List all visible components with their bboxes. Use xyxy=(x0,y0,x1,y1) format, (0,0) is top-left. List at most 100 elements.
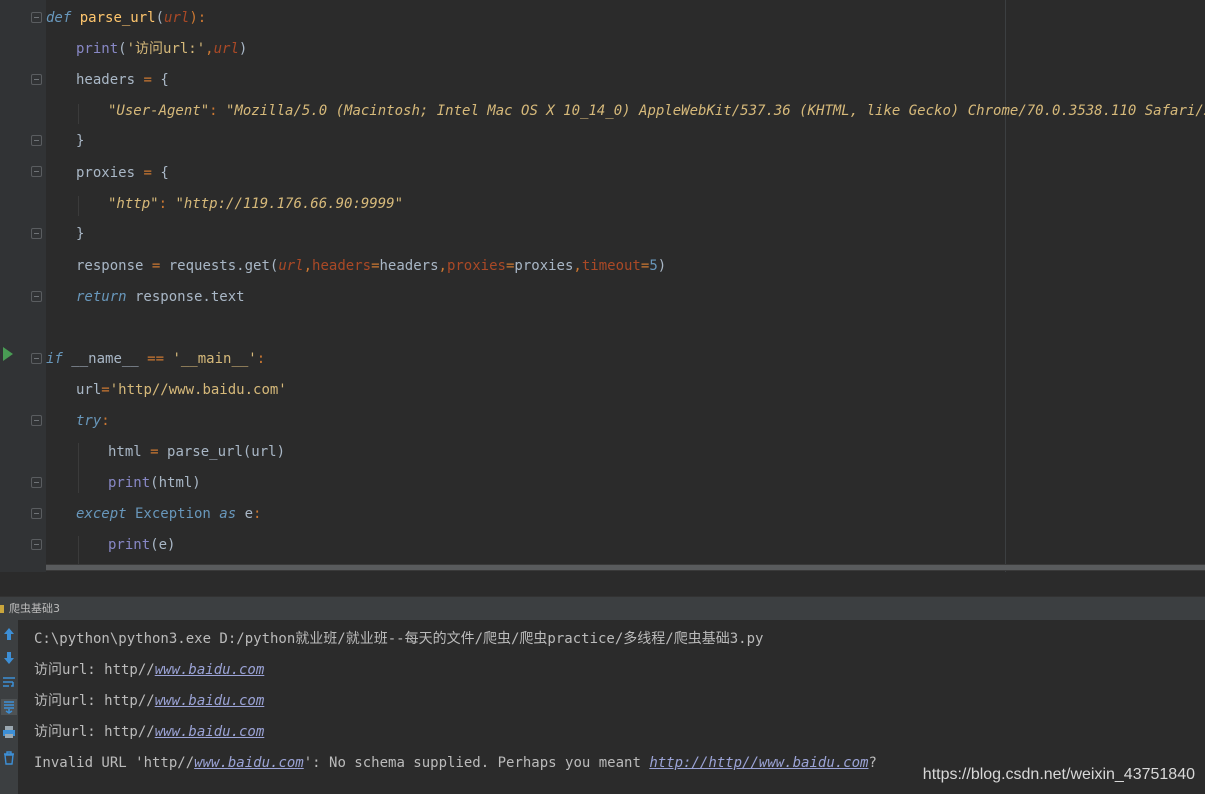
code-line[interactable]: } xyxy=(76,130,84,152)
param: url xyxy=(164,10,190,26)
punct: ( xyxy=(118,41,127,57)
number: 5 xyxy=(649,258,658,274)
string: "Mozilla/5.0 (Macintosh; Intel Mac OS X … xyxy=(226,103,1205,119)
soft-wrap-icon[interactable] xyxy=(1,675,17,691)
kwarg: proxies xyxy=(446,258,506,274)
punct: : xyxy=(253,506,262,522)
fold-marker[interactable] xyxy=(31,477,42,488)
punct: , xyxy=(438,258,447,274)
param: url xyxy=(278,258,304,274)
identifier: proxies xyxy=(514,258,574,274)
output-link[interactable]: www.baidu.com xyxy=(194,755,304,771)
punct: ) xyxy=(657,258,667,274)
fold-marker[interactable] xyxy=(31,74,42,85)
punct: } xyxy=(76,226,85,242)
python-file-icon xyxy=(0,605,4,613)
output-text: ': No schema supplied. Perhaps you meant xyxy=(303,755,650,771)
fold-marker[interactable] xyxy=(31,539,42,550)
fold-marker[interactable] xyxy=(31,415,42,426)
console-output-line: 访问url: http//www.baidu.com xyxy=(34,721,264,743)
run-tab-title[interactable]: 爬虫基础3 xyxy=(9,597,60,621)
code-line[interactable]: except Exception as e: xyxy=(76,503,261,525)
run-icon[interactable] xyxy=(3,347,13,361)
identifier: url xyxy=(76,382,102,398)
builtin: print xyxy=(108,537,151,553)
punct: ) xyxy=(238,41,248,57)
punct: ( xyxy=(155,10,165,26)
scroll-to-end-icon[interactable] xyxy=(1,699,17,715)
code-line[interactable]: print(e) xyxy=(108,534,175,556)
identifier: headers xyxy=(76,72,136,88)
code-line[interactable]: def parse_url(url): xyxy=(46,7,206,29)
code-line[interactable]: return response.text xyxy=(76,286,245,308)
print-icon[interactable] xyxy=(1,724,17,740)
console-output-line: 访问url: http//www.baidu.com xyxy=(34,690,264,712)
identifier: html xyxy=(108,444,142,460)
kwarg: headers xyxy=(312,258,372,274)
output-text: ? xyxy=(868,755,877,771)
console-output-line: 访问url: http//www.baidu.com xyxy=(34,659,264,681)
string: 'http//www.baidu.com' xyxy=(109,382,287,398)
output-link[interactable]: www.baidu.com xyxy=(155,724,265,740)
code-line[interactable]: url='http//www.baidu.com' xyxy=(76,379,287,401)
fold-marker[interactable] xyxy=(31,353,42,364)
trash-icon[interactable] xyxy=(1,750,17,766)
code-line[interactable]: print(html) xyxy=(108,472,201,494)
console-command-line: C:\python\python3.exe D:/python就业班/就业班--… xyxy=(34,631,764,647)
fold-marker[interactable] xyxy=(31,508,42,519)
fold-marker[interactable] xyxy=(31,228,42,239)
down-arrow-icon[interactable] xyxy=(1,650,17,666)
output-link[interactable]: http://http//www.baidu.com xyxy=(649,755,868,771)
string: "User-Agent" xyxy=(108,103,210,119)
identifier: proxies xyxy=(76,165,136,181)
scrollbar-thumb[interactable] xyxy=(46,565,1205,570)
panel-divider[interactable] xyxy=(0,572,1205,596)
identifier: headers xyxy=(379,258,439,274)
punct: } xyxy=(76,133,85,149)
operator: = xyxy=(141,444,168,460)
indent-guide xyxy=(78,443,79,493)
punct: , xyxy=(573,258,582,274)
punct: , xyxy=(205,41,214,57)
string: "http" xyxy=(108,196,159,212)
output-link[interactable]: www.baidu.com xyxy=(155,693,265,709)
horizontal-scrollbar[interactable] xyxy=(46,564,1205,571)
fold-marker[interactable] xyxy=(31,166,42,177)
console-error-line: Invalid URL 'http//www.baidu.com': No sc… xyxy=(34,752,877,774)
indent-guide xyxy=(78,536,79,564)
right-margin-guide xyxy=(1005,0,1006,572)
run-panel-header[interactable]: 爬虫基础3 xyxy=(0,596,1205,620)
identifier: e xyxy=(236,506,254,522)
code-line[interactable]: if __name__ == '__main__': xyxy=(46,348,265,370)
up-arrow-icon[interactable] xyxy=(1,626,17,642)
fold-marker[interactable] xyxy=(31,12,42,23)
keyword: try xyxy=(76,413,102,429)
code-line[interactable]: proxies = { xyxy=(76,162,169,184)
expression: response.text xyxy=(126,289,245,305)
fold-marker[interactable] xyxy=(31,291,42,302)
run-toolbar xyxy=(0,620,18,794)
output-link[interactable]: www.baidu.com xyxy=(155,662,265,678)
code-line[interactable]: headers = { xyxy=(76,69,169,91)
call: requests.get( xyxy=(168,258,279,274)
output-text: 访问url: http// xyxy=(34,693,155,709)
code-line[interactable]: html = parse_url(url) xyxy=(108,441,285,463)
punct: , xyxy=(303,258,313,274)
expression: (html) xyxy=(150,475,201,491)
class-name: Exception xyxy=(126,506,220,522)
code-line[interactable]: "User-Agent": "Mozilla/5.0 (Macintosh; I… xyxy=(108,100,1205,122)
operator: == xyxy=(138,351,173,367)
code-editor[interactable]: def parse_url(url): print('访问url:',url) … xyxy=(0,0,1205,572)
code-line[interactable]: try: xyxy=(76,410,110,432)
kwarg: timeout xyxy=(581,258,641,274)
function-name: parse_url xyxy=(79,10,156,26)
output-text: Invalid URL 'http// xyxy=(34,755,195,771)
code-line[interactable]: print('访问url:',url) xyxy=(76,38,247,60)
code-line[interactable]: "http": "http://119.176.66.90:9999" xyxy=(108,193,403,215)
indent-guide xyxy=(78,104,79,124)
keyword: except xyxy=(76,506,127,522)
code-line[interactable]: } xyxy=(76,223,84,245)
code-line[interactable]: response = requests.get(url,headers=head… xyxy=(76,255,666,277)
fold-marker[interactable] xyxy=(31,135,42,146)
keyword: def xyxy=(46,10,72,26)
